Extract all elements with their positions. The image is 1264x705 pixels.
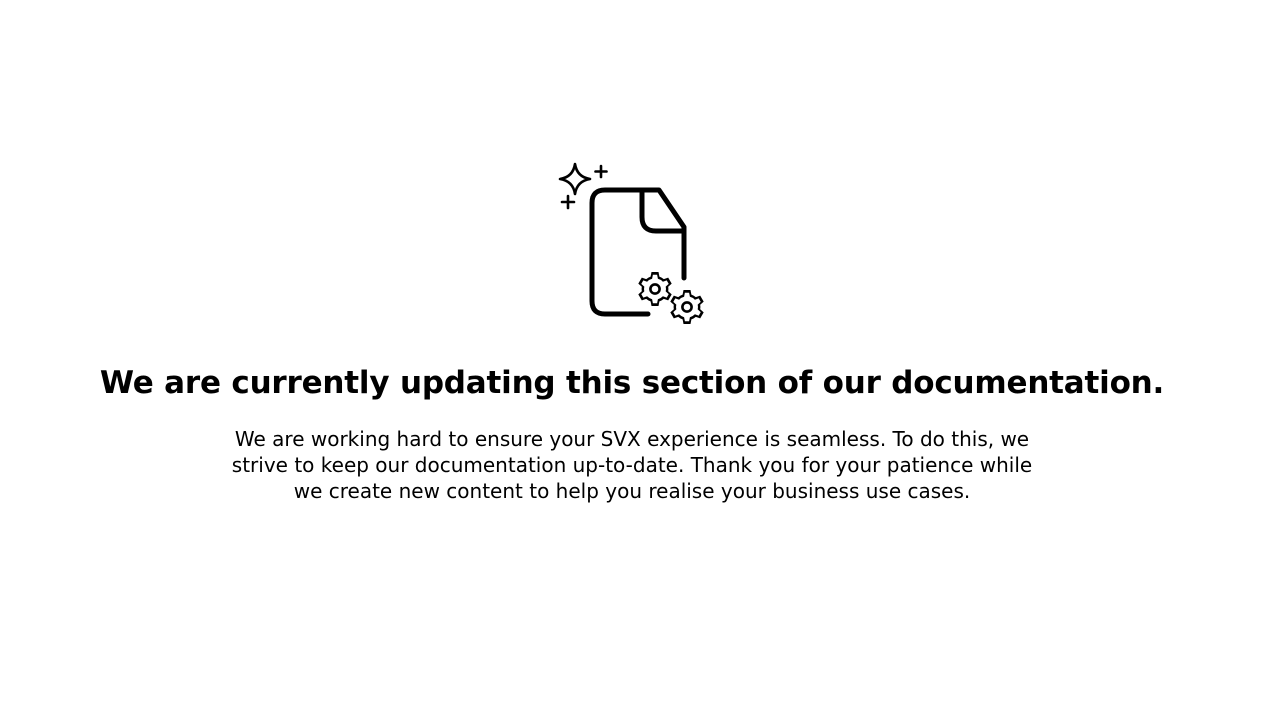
gear-icon — [638, 272, 672, 306]
page-heading: We are currently updating this section o… — [99, 365, 1165, 401]
document-sparkle-gears-icon — [556, 160, 708, 328]
gear-icon — [670, 290, 704, 324]
update-notice-page: We are currently updating this section o… — [0, 0, 1264, 705]
plus-icon — [560, 194, 576, 210]
plus-icon — [594, 164, 608, 179]
sparkle-icon — [558, 162, 592, 196]
page-description: We are working hard to ensure your SVX e… — [231, 427, 1033, 503]
